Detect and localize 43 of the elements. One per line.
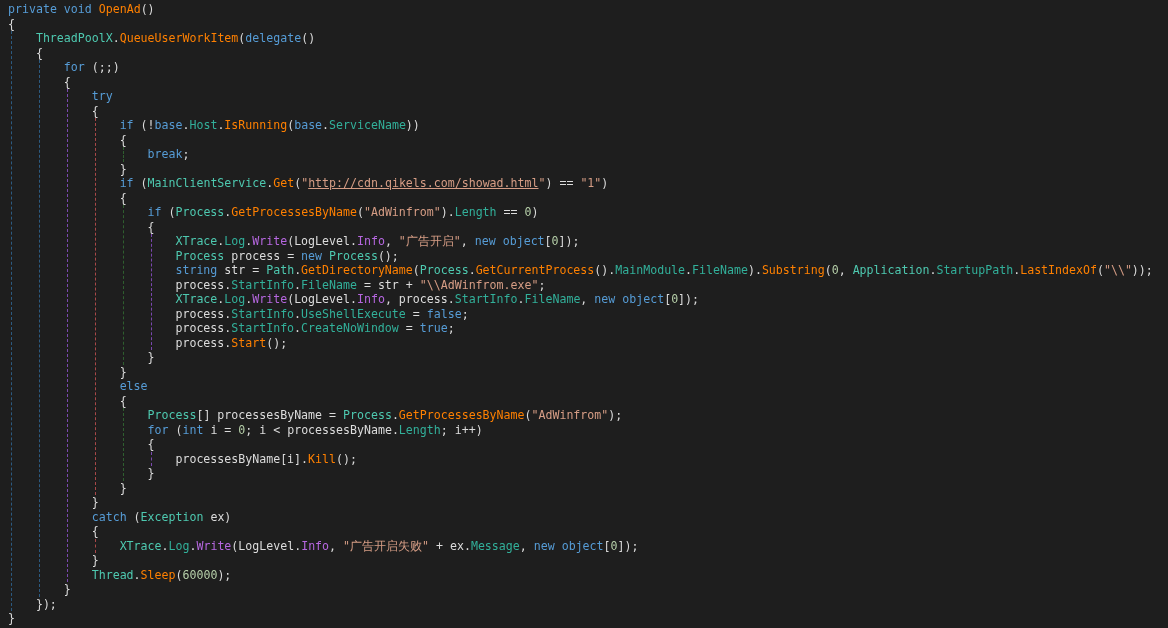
code-line: for (int i = 0; i < processesByName.Length; i++)	[147, 422, 483, 437]
code-line: }	[119, 161, 127, 176]
code-line: if (!base.Host.IsRunning(base.ServiceName))	[119, 118, 420, 133]
code-line: {	[119, 393, 127, 408]
code-line: }	[91, 495, 99, 510]
code-line: break;	[147, 147, 190, 162]
code-line: {	[91, 524, 99, 539]
code-line: if (MainClientService.Get("http://cdn.qikels.com/showad.html") == "1")	[119, 176, 609, 191]
code-line: ThreadPoolX.QueueUserWorkItem(delegate()	[35, 31, 316, 46]
code-line: {	[91, 103, 99, 118]
code-line: {	[8, 16, 15, 31]
code-line: processesByName[i].Kill();	[175, 451, 357, 466]
code-line: {	[147, 219, 155, 234]
code-line: process.StartInfo.UseShellExecute = false;	[175, 306, 469, 321]
code-line: catch (Exception ex)	[91, 509, 232, 524]
code-line: {	[119, 190, 127, 205]
code-line: XTrace.Log.Write(LogLevel.Info, "广告开启", new object[0]);	[175, 234, 580, 249]
code-line: XTrace.Log.Write(LogLevel.Info, process.StartInfo.FileName, new object[0]);	[175, 292, 700, 307]
code-line: string str = Path.GetDirectoryName(Process.GetCurrentProcess().MainModule.FileName).Substring(0, Application.StartupPath.LastIndexOf("\\"));	[175, 263, 1153, 278]
code-line: Process[] processesByName = Process.GetProcessesByName("AdWinfrom");	[147, 408, 623, 423]
code-line: }	[63, 582, 71, 597]
code-line: Process process = new Process();	[175, 248, 399, 263]
code-line: {	[147, 437, 155, 452]
code-line: }	[8, 611, 15, 626]
code-line: }	[91, 553, 99, 568]
code-line: {	[63, 74, 71, 89]
code-line: process.Start();	[175, 335, 288, 350]
code-line: {	[35, 45, 43, 60]
code-line: XTrace.Log.Write(LogLevel.Info, "广告开启失败" + ex.Message, new object[0]);	[119, 538, 639, 553]
code-line: }	[147, 466, 155, 481]
code-line: {	[119, 132, 127, 147]
code-line: process.StartInfo.FileName = str + "\\AdWinfrom.exe";	[175, 277, 546, 292]
code-line: }	[119, 364, 127, 379]
code-line: process.StartInfo.CreateNoWindow = true;	[175, 321, 455, 336]
code-line: });	[35, 596, 57, 611]
code-line: Thread.Sleep(60000);	[91, 567, 232, 582]
code-line: for (;;)	[63, 60, 120, 75]
code-line: }	[119, 480, 127, 495]
code-line: if (Process.GetProcessesByName("AdWinfrom").Length == 0)	[147, 205, 539, 220]
code-line: try	[91, 89, 113, 104]
code-line: private void OpenAd()	[8, 2, 155, 17]
code-line: else	[119, 379, 148, 394]
code-line: }	[147, 350, 155, 365]
